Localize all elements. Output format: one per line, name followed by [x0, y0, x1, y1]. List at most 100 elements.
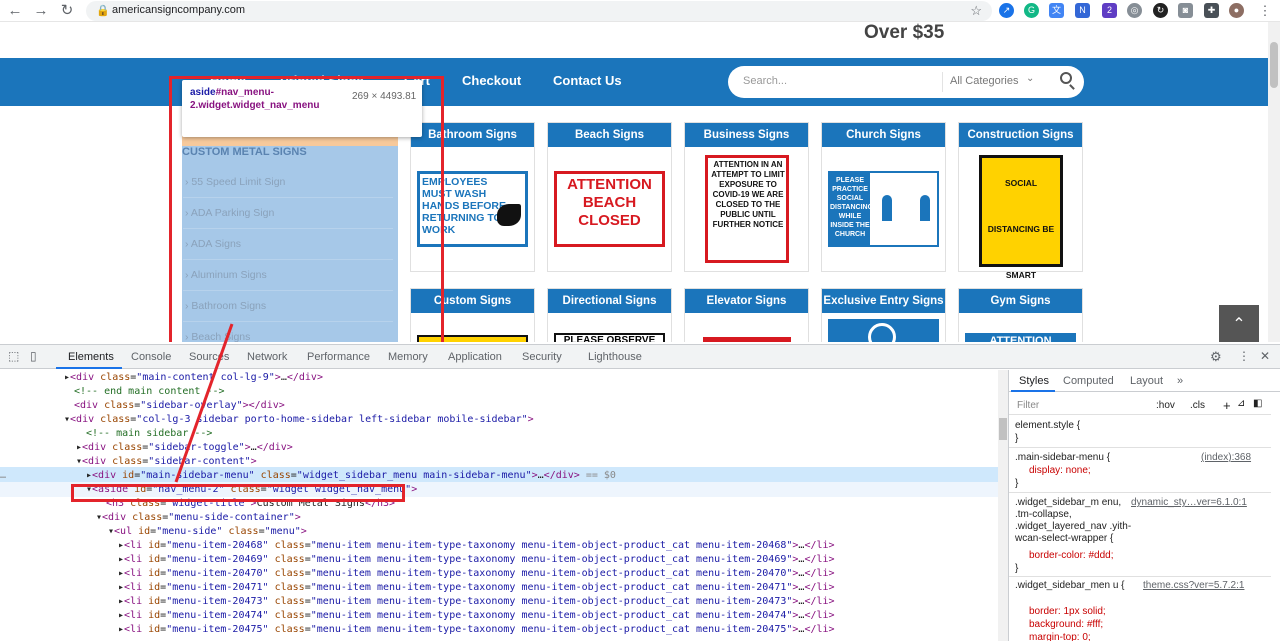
category-title[interactable]: Exclusive Entry Signs [822, 289, 945, 313]
tab-performance[interactable]: Performance [307, 351, 370, 363]
rule-source-link[interactable]: (index):368 [1201, 452, 1251, 463]
search-input[interactable]: Search... [743, 75, 787, 87]
extension-arrow-icon[interactable]: ↗ [999, 3, 1014, 18]
dom-node[interactable]: ▸<li id="menu-item-20473" class="menu-it… [118, 595, 835, 609]
category-title[interactable]: Business Signs [685, 123, 808, 147]
category-title[interactable]: Church Signs [822, 123, 945, 147]
reload-icon[interactable]: ↻ [58, 2, 76, 20]
dom-node[interactable]: ▾<div class="col-lg-3 sidebar porto-home… [64, 413, 534, 427]
rule-source-link[interactable]: dynamic_sty…ver=6.1.0:1 [1131, 497, 1247, 508]
dom-node[interactable]: ▸<li id="menu-item-20471" class="menu-it… [118, 581, 835, 595]
puzzle-icon[interactable]: ✚ [1204, 3, 1219, 18]
sign-image[interactable]: ATTENTION IN AN ATTEMPT TO LIMIT EXPOSUR… [705, 155, 789, 263]
dom-node[interactable]: ▾<ul id="menu-side" class="menu"> [108, 525, 307, 539]
rule-selector[interactable]: .main-sidebar-menu { [1015, 452, 1110, 463]
rule-property[interactable]: background: #fff; [1029, 619, 1103, 630]
tab-elements[interactable]: Elements [68, 351, 114, 363]
category-title[interactable]: Directional Signs [548, 289, 671, 313]
tab-computed[interactable]: Computed [1063, 375, 1114, 387]
more-options-icon[interactable]: ⋮ [1238, 349, 1250, 363]
dom-node[interactable]: ▸<li id="menu-item-20469" class="menu-it… [118, 553, 835, 567]
new-style-icon[interactable]: ⊿ [1237, 398, 1245, 409]
scrollbar-thumb[interactable] [999, 418, 1007, 440]
hov-toggle[interactable]: :hov [1156, 400, 1175, 411]
close-icon[interactable]: ✕ [1260, 349, 1270, 363]
dom-node[interactable]: ▸<li id="menu-item-20474" class="menu-it… [118, 609, 835, 623]
tab-sources[interactable]: Sources [189, 351, 229, 363]
profile-avatar[interactable]: ● [1229, 3, 1244, 18]
category-tile[interactable]: Directional Signs PLEASE OBSERVE [547, 288, 672, 342]
tab-layout[interactable]: Layout [1130, 375, 1163, 387]
camera-icon[interactable]: ◙ [1178, 3, 1193, 18]
dom-node[interactable]: ▾<div class="sidebar-content"> [76, 455, 257, 469]
dom-node[interactable]: ▸<div class="sidebar-toggle">…</div> [76, 441, 293, 455]
category-title[interactable]: Construction Signs [959, 123, 1082, 147]
more-tabs-icon[interactable]: » [1177, 375, 1183, 387]
search-icon[interactable] [1060, 72, 1072, 84]
elements-scrollbar[interactable] [998, 370, 1008, 641]
toggle-sidebar-icon[interactable]: ◧ [1253, 398, 1262, 409]
dom-node[interactable]: ▸<div class="main-content col-lg-9">…</d… [64, 371, 323, 385]
rule-selector[interactable]: .widget_sidebar_men u { [1015, 580, 1127, 592]
category-tile[interactable]: Beach Signs ATTENTION BEACH CLOSED [547, 122, 672, 272]
category-select[interactable]: All Categories [950, 75, 1018, 87]
dom-node[interactable]: <div class="sidebar-overlay"></div> [74, 399, 285, 413]
translate-icon[interactable]: 文 [1049, 3, 1064, 18]
add-rule-icon[interactable]: + [1223, 398, 1231, 413]
inspect-icon[interactable]: ⬚ [8, 349, 19, 363]
dom-comment[interactable]: <!-- main sidebar --> [86, 427, 212, 441]
new-badge-icon[interactable]: N [1075, 3, 1090, 18]
dom-comment[interactable]: <!-- end main content --> [74, 385, 225, 399]
category-title[interactable]: Beach Signs [548, 123, 671, 147]
category-tile[interactable]: Exclusive Entry Signs [821, 288, 946, 342]
category-tile[interactable]: Business Signs ATTENTION IN AN ATTEMPT T… [684, 122, 809, 272]
rule-property[interactable]: border: 1px solid; [1029, 606, 1106, 617]
nav-checkout[interactable]: Checkout [462, 73, 521, 88]
page-scrollbar[interactable] [1268, 22, 1280, 342]
rule-selector[interactable]: .widget_sidebar_m enu, .tm-collapse, .wi… [1015, 497, 1135, 545]
sign-image[interactable]: SOCIAL DISTANCING BE SMART [979, 155, 1063, 280]
bookmark-star-icon[interactable]: ☆ [970, 3, 982, 19]
search-bar[interactable]: Search... All Categories ⌄ [728, 66, 1084, 98]
tab-application[interactable]: Application [448, 351, 502, 363]
dom-node[interactable]: ▾<div class="menu-side-container"> [96, 511, 301, 525]
back-to-top-button[interactable]: ⌃ [1219, 305, 1259, 342]
device-toolbar-icon[interactable]: ▯ [30, 349, 37, 363]
extension-calendar-icon[interactable]: 2 [1102, 3, 1117, 18]
rule-property[interactable]: display: none; [1029, 465, 1091, 476]
category-tile[interactable]: Elevator Signs [684, 288, 809, 342]
category-title[interactable]: Gym Signs [959, 289, 1082, 313]
sync-icon[interactable]: ↻ [1153, 3, 1168, 18]
tab-console[interactable]: Console [131, 351, 171, 363]
rule-selector[interactable]: element.style { [1015, 420, 1080, 431]
address-bar[interactable]: 🔒 americansigncompany.com ☆ [86, 1, 992, 21]
tab-lighthouse[interactable]: Lighthouse [588, 351, 642, 363]
tab-network[interactable]: Network [247, 351, 287, 363]
menu-dots-icon[interactable]: ⋮ [1256, 2, 1274, 20]
sign-image[interactable] [703, 337, 791, 342]
dom-node[interactable]: ▸<li id="menu-item-20468" class="menu-it… [118, 539, 835, 553]
grammarly-icon[interactable]: G [1024, 3, 1039, 18]
cls-toggle[interactable]: .cls [1190, 400, 1205, 411]
category-tile[interactable]: Church Signs PLEASE PRACTICE SOCIAL DIST… [821, 122, 946, 272]
tab-styles[interactable]: Styles [1019, 375, 1049, 387]
scrollbar-thumb[interactable] [1270, 42, 1278, 88]
sign-image[interactable]: PLEASE PRACTICE SOCIAL DISTANCING WHILE … [828, 171, 939, 247]
category-tile[interactable]: Gym Signs ATTENTION [958, 288, 1083, 342]
forward-arrow-icon[interactable]: → [32, 2, 50, 20]
dom-node[interactable]: ▸<li id="menu-item-20470" class="menu-it… [118, 567, 835, 581]
sign-image[interactable] [828, 319, 939, 342]
back-arrow-icon[interactable]: ← [6, 2, 24, 20]
rule-source-link[interactable]: theme.css?ver=5.7.2:1 [1143, 580, 1244, 591]
styles-filter-input[interactable]: Filter [1017, 400, 1039, 411]
rule-property[interactable]: border-color: #ddd; [1029, 550, 1114, 561]
dom-node[interactable]: ▸<li id="menu-item-20475" class="menu-it… [118, 623, 835, 637]
category-title[interactable]: Elevator Signs [685, 289, 808, 313]
settings-gear-icon[interactable]: ⚙ [1210, 349, 1222, 365]
dom-node-selected[interactable]: ▸<div id="main-sidebar-menu" class="widg… [86, 469, 616, 483]
nav-contact-us[interactable]: Contact Us [553, 73, 622, 88]
globe-icon[interactable]: ◎ [1127, 3, 1142, 18]
chevron-down-icon[interactable]: ⌄ [1026, 73, 1034, 84]
sign-image[interactable]: ATTENTION BEACH CLOSED [554, 171, 665, 247]
tab-security[interactable]: Security [522, 351, 562, 363]
